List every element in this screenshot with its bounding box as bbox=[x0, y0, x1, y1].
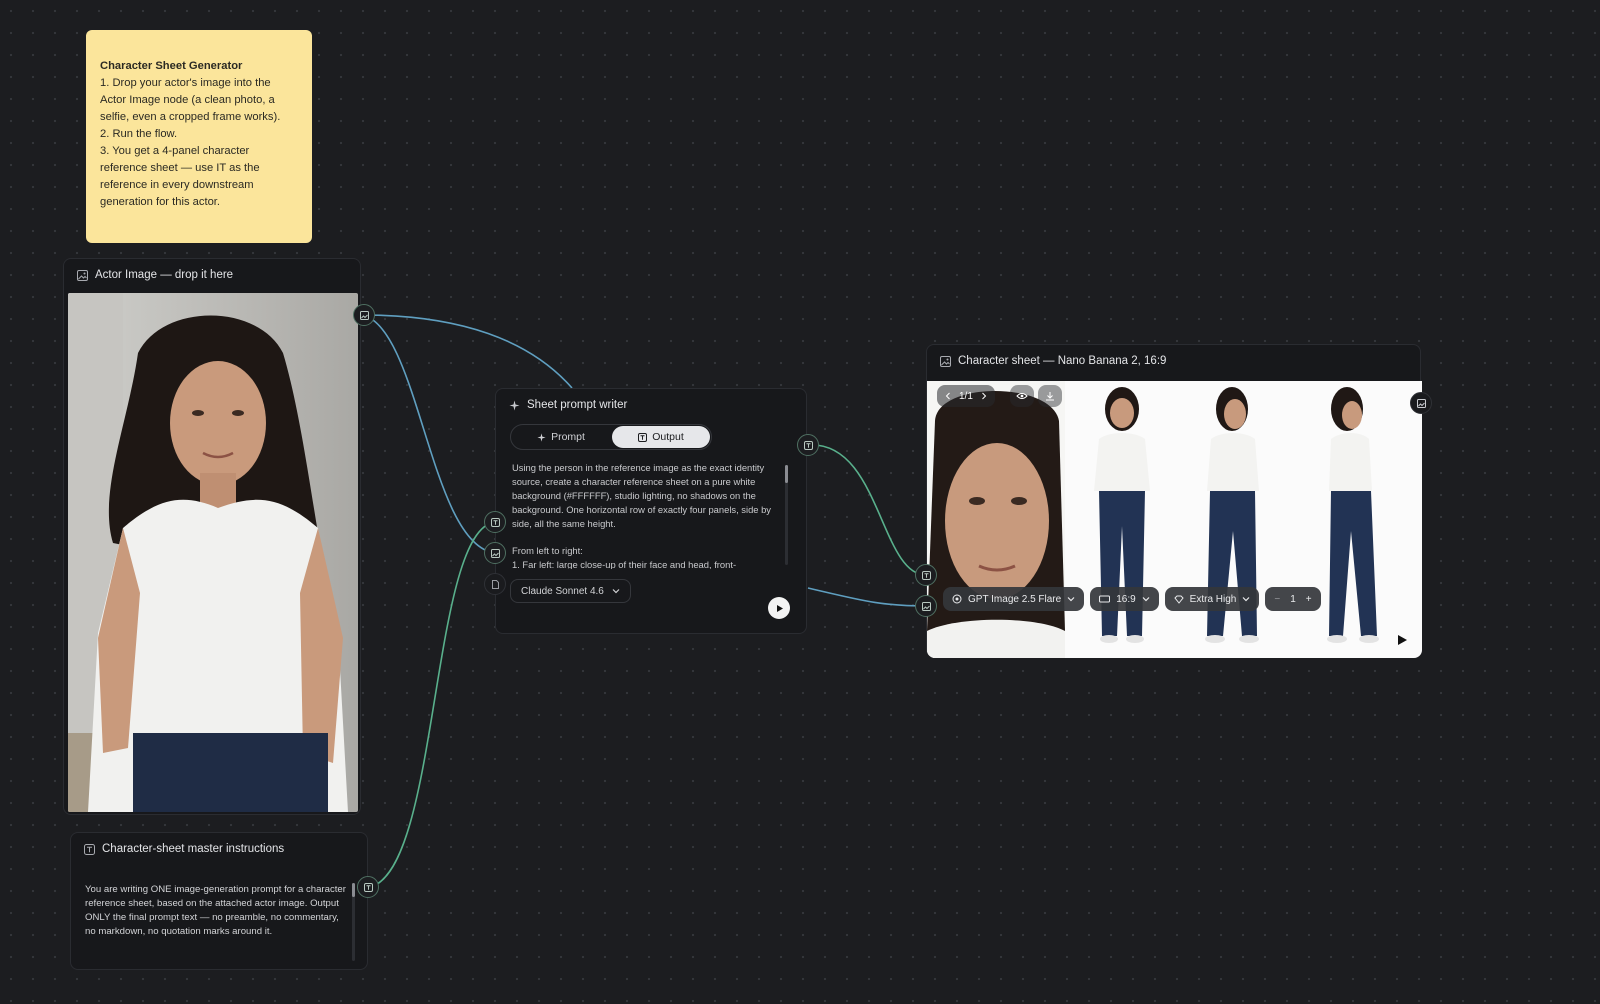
sticky-note-line: 3. You get a 4-panel character reference… bbox=[100, 145, 260, 208]
chevron-down-icon bbox=[612, 589, 620, 594]
instructions-text[interactable]: You are writing ONE image-generation pro… bbox=[85, 883, 347, 963]
text-icon bbox=[83, 843, 95, 855]
tab-output[interactable]: Output bbox=[612, 426, 710, 448]
output-paragraph: From left to right: 1. Far left: large c… bbox=[512, 545, 737, 569]
master-instructions-node[interactable]: Character-sheet master instructions You … bbox=[70, 832, 368, 970]
prompt-output-toggle[interactable]: Prompt Output bbox=[510, 424, 712, 450]
tab-label: Prompt bbox=[551, 431, 585, 443]
chevron-down-icon bbox=[1142, 597, 1150, 602]
text-icon bbox=[490, 517, 500, 527]
image-count-value: 1 bbox=[1290, 593, 1296, 605]
plus-icon[interactable]: + bbox=[1306, 594, 1312, 605]
generated-character-sheet-image[interactable]: 1/1 GPT Image 2.5 Flare 16:9 Extra High bbox=[927, 381, 1422, 658]
node-header[interactable]: Character-sheet master instructions bbox=[71, 833, 367, 865]
image-icon bbox=[76, 269, 88, 281]
download-icon bbox=[1046, 392, 1054, 401]
image-pager[interactable]: 1/1 bbox=[937, 385, 995, 407]
node-title: Sheet prompt writer bbox=[527, 399, 628, 411]
text-icon bbox=[921, 570, 931, 580]
chevron-right-icon[interactable] bbox=[981, 392, 987, 400]
sparkle-icon bbox=[508, 399, 520, 411]
character-sheet-node[interactable]: Character sheet — Nano Banana 2, 16:9 1/… bbox=[926, 344, 1422, 658]
quality-value: Extra High bbox=[1189, 593, 1237, 605]
download-button[interactable] bbox=[1038, 385, 1062, 407]
writer-text-input-port[interactable] bbox=[484, 511, 506, 533]
image-icon bbox=[359, 310, 369, 320]
aspect-ratio-icon bbox=[1099, 595, 1111, 603]
actor-photo[interactable] bbox=[68, 293, 358, 812]
wire-writer-output-to-sheet bbox=[807, 444, 927, 576]
writer-text-output-port[interactable] bbox=[797, 434, 819, 456]
chevron-down-icon bbox=[1242, 597, 1250, 602]
wire-actor-to-writer bbox=[362, 314, 573, 389]
sticky-note-title: Character Sheet Generator bbox=[100, 60, 243, 72]
image-count-stepper[interactable]: − 1 + bbox=[1265, 587, 1321, 611]
tab-prompt[interactable]: Prompt bbox=[512, 426, 610, 448]
tab-label: Output bbox=[652, 431, 684, 443]
wire-actor-to-writer-image-port bbox=[362, 314, 496, 554]
sheet-image-input-port[interactable] bbox=[915, 595, 937, 617]
sticky-note-line: 2. Run the flow. bbox=[100, 128, 178, 140]
image-icon bbox=[490, 548, 500, 558]
node-header[interactable]: Sheet prompt writer bbox=[496, 389, 806, 421]
wire-writer-image-to-sheet bbox=[807, 587, 927, 607]
writer-file-input-port[interactable] bbox=[484, 573, 506, 595]
chevron-down-icon bbox=[1067, 597, 1075, 602]
sheet-image-output-port[interactable] bbox=[1410, 392, 1432, 414]
node-header[interactable]: Character sheet — Nano Banana 2, 16:9 bbox=[927, 345, 1420, 377]
model-select-value: Claude Sonnet 4.6 bbox=[521, 585, 604, 597]
actor-image-output-port[interactable] bbox=[353, 304, 375, 326]
text-icon bbox=[803, 440, 813, 450]
aspect-ratio-value: 16:9 bbox=[1116, 593, 1136, 605]
output-text[interactable]: Using the person in the reference image … bbox=[512, 461, 780, 569]
output-scrollbar[interactable] bbox=[785, 465, 788, 565]
node-title: Actor Image — drop it here bbox=[95, 269, 234, 281]
pager-label: 1/1 bbox=[959, 390, 973, 402]
sticky-note-line: 1. Drop your actor's image into the Acto… bbox=[100, 77, 281, 123]
image-icon bbox=[1416, 398, 1426, 408]
actor-image-node[interactable]: Actor Image — drop it here bbox=[63, 258, 361, 815]
sparkle-icon bbox=[537, 432, 546, 442]
instructions-scrollbar[interactable] bbox=[352, 883, 355, 961]
file-icon bbox=[491, 579, 499, 589]
image-model-value: GPT Image 2.5 Flare bbox=[968, 593, 1062, 605]
play-icon bbox=[776, 604, 783, 612]
text-icon bbox=[638, 432, 648, 442]
chevron-left-icon[interactable] bbox=[945, 392, 951, 400]
character-sheet-illustration bbox=[927, 381, 1379, 658]
node-header[interactable]: Actor Image — drop it here bbox=[64, 259, 360, 291]
text-icon bbox=[363, 882, 373, 892]
view-button[interactable] bbox=[1010, 385, 1034, 407]
minus-icon[interactable]: − bbox=[1274, 594, 1280, 605]
image-icon bbox=[939, 355, 951, 367]
run-button[interactable] bbox=[768, 597, 790, 619]
node-title: Character sheet — Nano Banana 2, 16:9 bbox=[958, 355, 1167, 367]
image-model-select[interactable]: GPT Image 2.5 Flare bbox=[943, 587, 1085, 611]
output-paragraph: Using the person in the reference image … bbox=[512, 462, 771, 529]
actor-portrait-illustration bbox=[68, 293, 348, 812]
sheet-prompt-writer-node[interactable]: Sheet prompt writer Prompt Output Using … bbox=[495, 388, 807, 634]
writer-image-input-port[interactable] bbox=[484, 542, 506, 564]
image-icon bbox=[921, 601, 931, 611]
instructions-output-port[interactable] bbox=[357, 876, 379, 898]
generation-toolbar: GPT Image 2.5 Flare 16:9 Extra High − 1 … bbox=[943, 587, 1321, 611]
wire-instructions-to-writer bbox=[369, 521, 496, 888]
sheet-text-input-port[interactable] bbox=[915, 564, 937, 586]
model-select[interactable]: Claude Sonnet 4.6 bbox=[510, 579, 631, 603]
diamond-icon bbox=[1174, 595, 1184, 604]
eye-icon bbox=[1016, 393, 1028, 399]
play-icon[interactable] bbox=[1396, 634, 1408, 646]
sticky-note[interactable]: Character Sheet Generator 1. Drop your a… bbox=[86, 30, 312, 243]
quality-select[interactable]: Extra High bbox=[1164, 587, 1260, 611]
aperture-icon bbox=[952, 594, 962, 604]
node-title: Character-sheet master instructions bbox=[102, 843, 285, 855]
aspect-ratio-select[interactable]: 16:9 bbox=[1090, 587, 1159, 611]
